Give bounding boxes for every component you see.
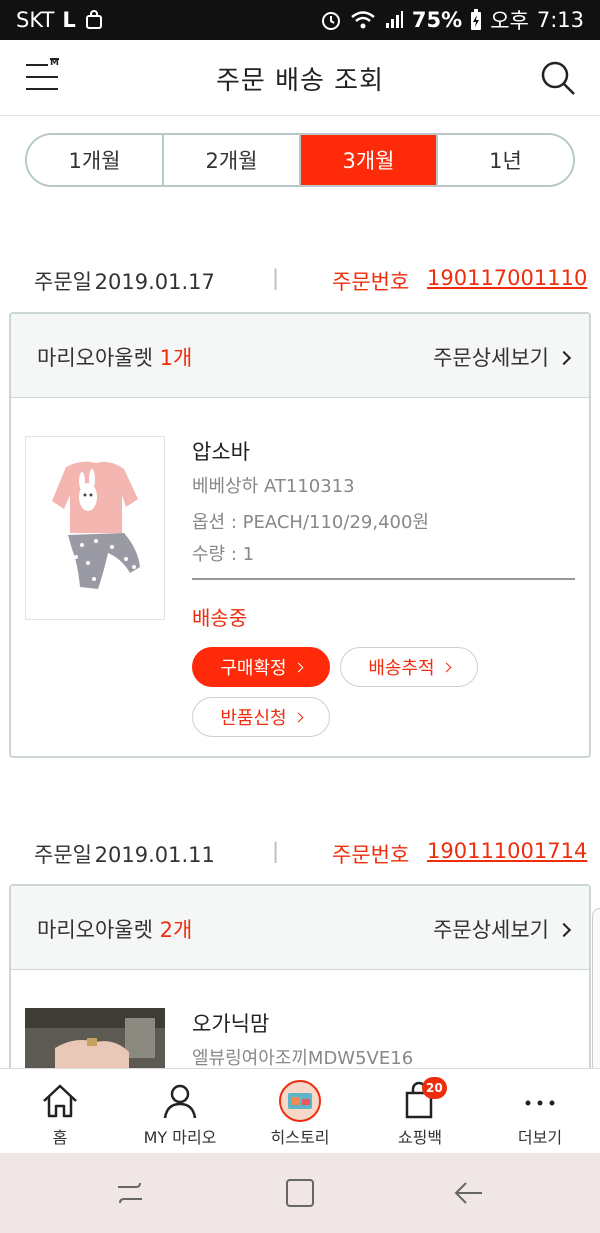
brand-name: 압소바	[192, 440, 250, 464]
product-thumbnail[interactable]	[25, 436, 165, 620]
seller-label: 마리오아울렛	[37, 346, 153, 370]
order-actions: 구매확정 배송추적 반품신청	[192, 647, 492, 737]
order-meta: 주문일 2019.01.17 | 주문번호 190117001110	[0, 260, 600, 300]
status-right: 75% 오후 7:13	[320, 5, 584, 35]
ampm-label: 오후	[490, 9, 529, 33]
confirm-purchase-button[interactable]: 구매확정	[192, 647, 330, 687]
return-request-label: 반품신청	[220, 708, 287, 729]
order-number-label: 주문번호	[332, 270, 410, 294]
order-date-label: 주문일	[34, 270, 92, 294]
chevron-right-icon	[293, 662, 304, 672]
order-detail-label: 주문상세보기	[433, 918, 549, 942]
seller-name: 마리오아울렛 2개	[37, 914, 192, 944]
person-icon	[163, 1084, 197, 1119]
seller-label: 마리오아울렛	[37, 918, 153, 942]
tab-1-year[interactable]: 1년	[438, 135, 573, 185]
order-number-label: 주문번호	[332, 843, 410, 867]
tab-3-months[interactable]: 3개월	[301, 135, 438, 185]
carrier-label: SKT	[16, 8, 55, 32]
bottom-nav: 홈 MY 마리오 히스토리 20 쇼핑백 더보기	[0, 1068, 600, 1153]
page-title: 주문 배송 조회	[215, 66, 385, 96]
tab-1-month[interactable]: 1개월	[27, 135, 164, 185]
product-quantity: 수량 : 1	[192, 544, 255, 565]
return-request-button[interactable]: 반품신청	[192, 697, 330, 737]
carrier-extra-label: L	[62, 8, 76, 32]
item-info: 오가닉맘 엘뷰링여아조끼MDW5VE16	[192, 1008, 575, 1070]
order-meta: 주문일 2019.01.11 | 주문번호 190111001714	[0, 833, 600, 873]
order-date: 주문일 2019.01.11	[34, 839, 215, 869]
item-count: 1개	[159, 346, 193, 370]
order-number-link[interactable]: 190117001110	[427, 266, 587, 290]
chevron-right-icon	[556, 350, 572, 365]
back-arrow-icon[interactable]	[450, 1175, 486, 1211]
history-thumb-icon	[279, 1080, 321, 1122]
home-icon	[43, 1084, 77, 1118]
battery-percent: 75%	[411, 8, 463, 32]
shopping-bag-wrapper: 20	[400, 1077, 447, 1121]
cart-count-badge: 20	[422, 1077, 447, 1099]
nav-history[interactable]: 히스토리	[240, 1069, 360, 1153]
recent-apps-icon[interactable]	[112, 1175, 148, 1211]
order-number-link[interactable]: 190111001714	[427, 839, 587, 863]
nav-my-mario-label: MY 마리오	[143, 1128, 217, 1147]
item-divider	[192, 578, 575, 580]
nav-history-label: 히스토리	[270, 1128, 330, 1147]
chevron-right-icon	[441, 662, 452, 672]
product-name: 베베상하 AT110313	[192, 476, 355, 497]
order-detail-link[interactable]: 주문상세보기	[433, 342, 572, 372]
status-bar: SKT L 75% 오후 7:13	[0, 0, 600, 40]
search-button[interactable]	[538, 58, 578, 98]
status-left: SKT L	[16, 8, 104, 32]
signal-icon	[385, 11, 403, 28]
chevron-right-icon	[556, 922, 572, 937]
app-header: M 주문 배송 조회	[0, 40, 600, 116]
period-tabs: 1개월 2개월 3개월 1년	[25, 133, 575, 187]
track-delivery-label: 배송추적	[368, 658, 435, 679]
order-separator: |	[272, 266, 280, 290]
nav-my-mario[interactable]: MY 마리오	[120, 1069, 240, 1153]
brand-name: 오가닉맘	[192, 1012, 270, 1036]
more-dots-icon	[525, 1100, 555, 1106]
nav-home-label: 홈	[52, 1128, 68, 1147]
battery-charging-icon	[471, 9, 482, 30]
order-card-header: 마리오아울렛 1개 주문상세보기	[11, 314, 589, 398]
baby-clothes-image	[26, 437, 164, 619]
item-count: 2개	[159, 918, 193, 942]
product-option: 옵션 : PEACH/110/29,400원	[192, 512, 429, 533]
track-delivery-button[interactable]: 배송추적	[340, 647, 478, 687]
clock-time: 7:13	[536, 8, 584, 32]
search-icon	[541, 61, 575, 95]
confirm-purchase-label: 구매확정	[220, 658, 287, 679]
nav-more-label: 더보기	[517, 1128, 563, 1147]
order-card: 마리오아울렛 1개 주문상세보기 압소바 베베상하 AT110313 옵션: …	[9, 312, 591, 758]
order-date: 주문일 2019.01.17	[34, 266, 215, 296]
seller-name: 마리오아울렛 1개	[37, 342, 192, 372]
nav-home[interactable]: 홈	[0, 1069, 120, 1153]
product-name: 엘뷰링여아조끼MDW5VE16	[192, 1048, 414, 1069]
android-system-nav	[0, 1153, 600, 1233]
nav-shopping-bag[interactable]: 20 쇼핑백	[360, 1069, 480, 1153]
delivery-status: 배송중	[192, 606, 248, 630]
order-date-value: 2019.01.17	[94, 270, 215, 294]
order-date-value: 2019.01.11	[94, 843, 215, 867]
item-info: 압소바 베베상하 AT110313 옵션 : PEACH/110/29,400원…	[192, 436, 575, 737]
nav-shopping-bag-label: 쇼핑백	[397, 1128, 443, 1147]
order-detail-label: 주문상세보기	[433, 346, 549, 370]
home-square-icon[interactable]	[282, 1175, 318, 1211]
order-date-label: 주문일	[34, 843, 92, 867]
order-separator: |	[272, 839, 280, 863]
order-card-header: 마리오아울렛 2개 주문상세보기	[11, 886, 589, 970]
bag-notification-icon	[85, 10, 102, 29]
wifi-icon	[351, 11, 375, 29]
chevron-right-icon	[293, 712, 304, 722]
order-detail-link[interactable]: 주문상세보기	[433, 914, 572, 944]
nav-more[interactable]: 더보기	[480, 1069, 600, 1153]
alarm-icon	[321, 12, 340, 30]
tab-2-months[interactable]: 2개월	[164, 135, 301, 185]
